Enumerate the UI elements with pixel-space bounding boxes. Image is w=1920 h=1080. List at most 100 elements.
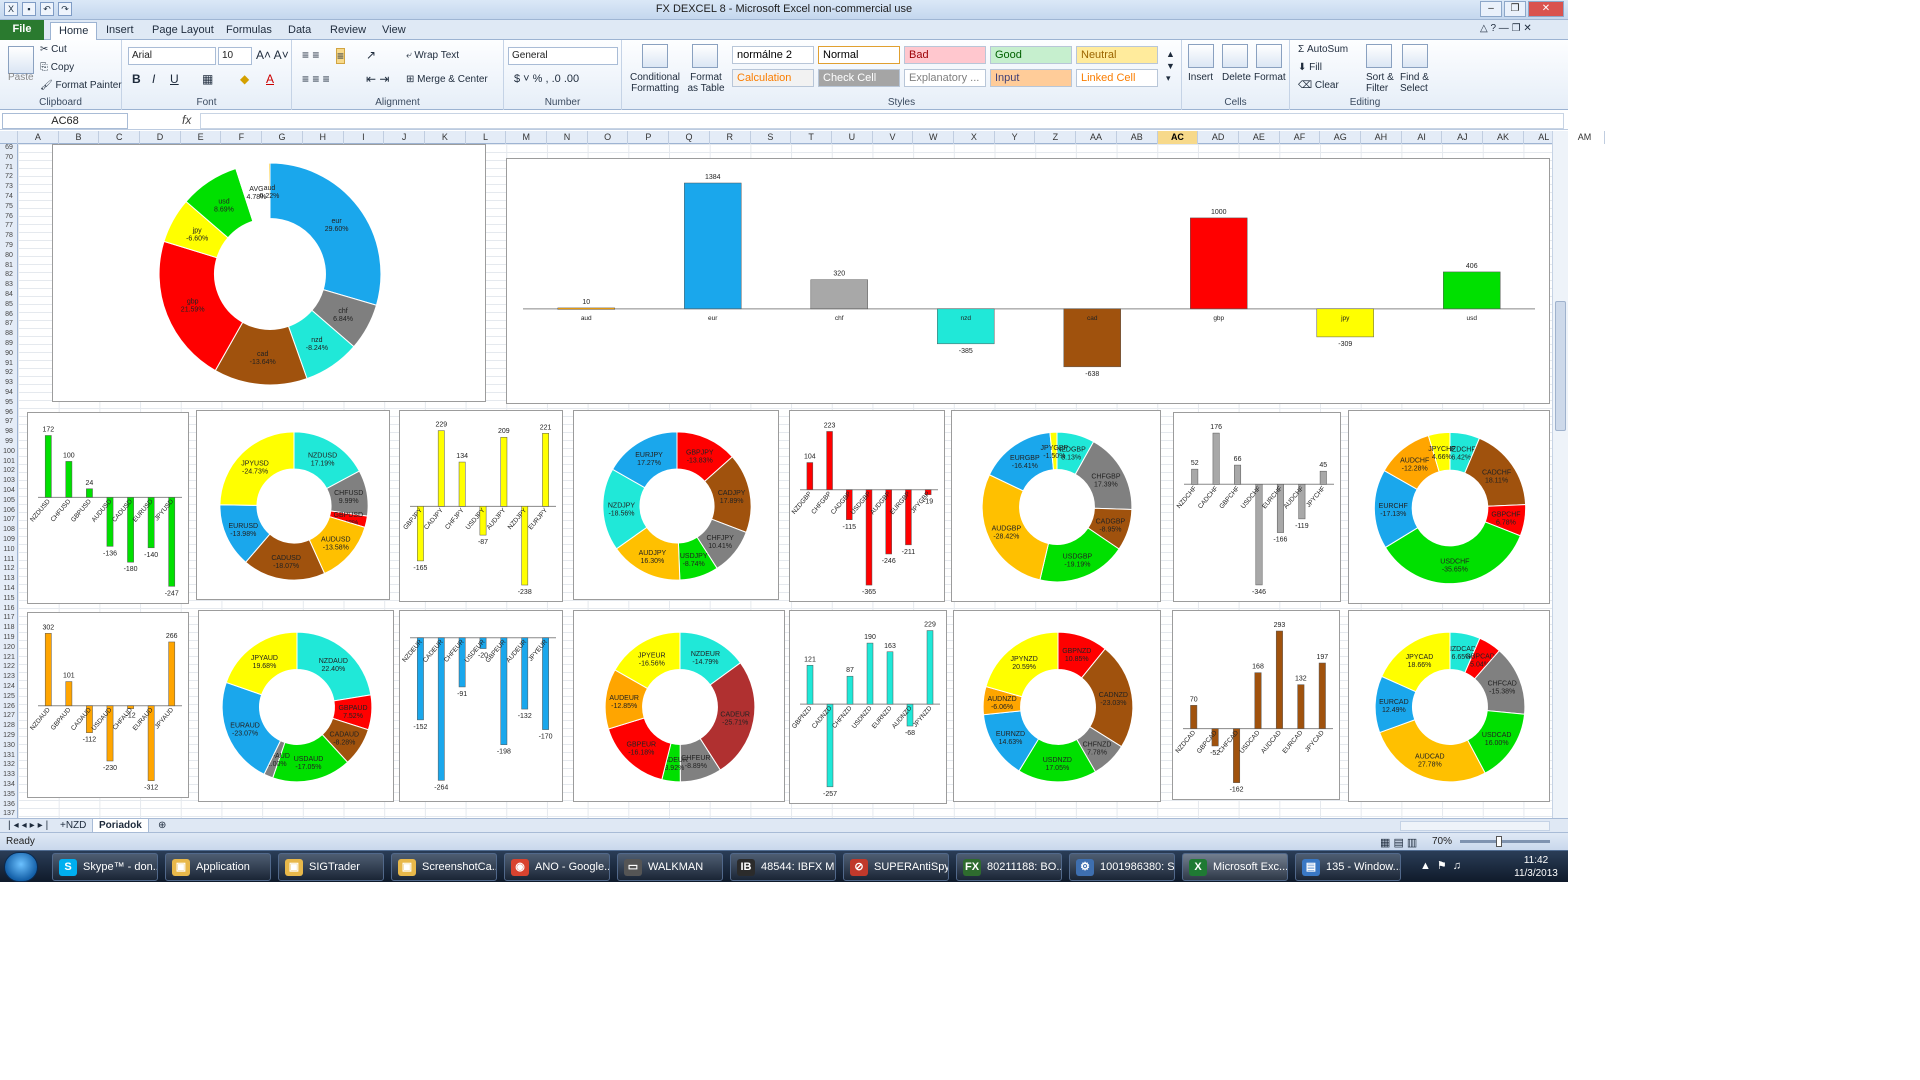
number-format-select[interactable]: General	[508, 47, 618, 65]
row-header[interactable]: 79	[0, 242, 17, 250]
clear-button[interactable]: ⌫ Clear	[1298, 80, 1339, 91]
taskbar-item[interactable]: ▣ SIGTrader	[278, 853, 384, 881]
row-header[interactable]: 70	[0, 154, 17, 162]
taskbar-item[interactable]: ⚙ 1001986380: S...	[1069, 853, 1175, 881]
align-left-icon[interactable]: ≡ ≡ ≡	[302, 72, 330, 86]
fill-button[interactable]: ⬇ Fill	[1298, 62, 1322, 73]
row-header[interactable]: 86	[0, 311, 17, 319]
row-header[interactable]: 110	[0, 546, 17, 554]
cell-style-input[interactable]: Input	[990, 69, 1072, 87]
wrap-text-button[interactable]: ⤶ Wrap Text	[406, 50, 459, 61]
row-header[interactable]: 101	[0, 458, 17, 466]
insert-cells-icon[interactable]	[1188, 44, 1214, 68]
row-header[interactable]: 105	[0, 497, 17, 505]
paste-icon[interactable]	[8, 46, 34, 74]
cell-style-normal[interactable]: Normal	[818, 46, 900, 64]
column-header-v[interactable]: V	[873, 131, 914, 144]
row-header[interactable]: 123	[0, 673, 17, 681]
column-header-g[interactable]: G	[262, 131, 303, 144]
scroll-thumb[interactable]	[1555, 301, 1566, 431]
currency-icon[interactable]: $ ˅ % , .0 .00	[514, 73, 579, 85]
cell-style-explanatory-[interactable]: Explanatory ...	[904, 69, 986, 87]
row-header[interactable]: 129	[0, 732, 17, 740]
sheet-tab-poriadok[interactable]: Poriadok	[92, 819, 149, 833]
copy-button[interactable]: ⎘ Copy	[40, 62, 74, 73]
format-painter-button[interactable]: 🖌 Format Painter	[40, 80, 122, 91]
column-header-aj[interactable]: AJ	[1443, 131, 1484, 144]
column-header-ai[interactable]: AI	[1402, 131, 1443, 144]
new-sheet-icon[interactable]: ⊕	[152, 819, 172, 833]
cut-button[interactable]: ✂ Cut	[40, 44, 67, 55]
select-all-corner[interactable]	[0, 131, 18, 144]
bold-button[interactable]: B	[132, 72, 141, 86]
zoom-level[interactable]: 70%	[1432, 836, 1452, 847]
column-header-p[interactable]: P	[629, 131, 670, 144]
cell-style-linked-cell[interactable]: Linked Cell	[1076, 69, 1158, 87]
column-header-s[interactable]: S	[751, 131, 792, 144]
tab-view[interactable]: View	[374, 22, 414, 40]
fill-color-icon[interactable]: ◆	[240, 72, 249, 86]
tab-insert[interactable]: Insert	[98, 22, 142, 40]
column-header-q[interactable]: Q	[669, 131, 710, 144]
row-header[interactable]: 94	[0, 389, 17, 397]
column-header-a[interactable]: A	[18, 131, 59, 144]
row-header[interactable]: 124	[0, 683, 17, 691]
row-header[interactable]: 87	[0, 320, 17, 328]
row-header[interactable]: 84	[0, 291, 17, 299]
help-icon[interactable]: △ ? — ❐ ✕	[1480, 23, 1532, 34]
format-table-button[interactable]: Format as Table	[684, 72, 728, 94]
row-header[interactable]: 134	[0, 781, 17, 789]
column-header-u[interactable]: U	[832, 131, 873, 144]
row-header[interactable]: 102	[0, 467, 17, 475]
column-header-d[interactable]: D	[140, 131, 181, 144]
row-header[interactable]: 136	[0, 801, 17, 809]
taskbar-item[interactable]: IB 48544: IBFX M...	[730, 853, 836, 881]
row-header[interactable]: 112	[0, 565, 17, 573]
zoom-knob[interactable]	[1496, 836, 1502, 847]
delete-cells-button[interactable]: Delete	[1222, 72, 1251, 83]
row-header[interactable]: 109	[0, 536, 17, 544]
row-header[interactable]: 127	[0, 712, 17, 720]
borders-icon[interactable]: ▦	[202, 72, 213, 86]
column-header-l[interactable]: L	[466, 131, 507, 144]
row-header[interactable]: 122	[0, 663, 17, 671]
row-header[interactable]: 104	[0, 487, 17, 495]
taskbar-item[interactable]: ▣ Application	[165, 853, 271, 881]
row-header[interactable]: 96	[0, 409, 17, 417]
row-header[interactable]: 76	[0, 213, 17, 221]
row-header[interactable]: 78	[0, 232, 17, 240]
conditional-formatting-icon[interactable]	[642, 44, 668, 68]
row-header[interactable]: 82	[0, 271, 17, 279]
taskbar-item[interactable]: ▣ ScreenshotCa...	[391, 853, 497, 881]
row-header[interactable]: 132	[0, 761, 17, 769]
underline-button[interactable]: U	[170, 72, 179, 86]
row-header[interactable]: 72	[0, 173, 17, 181]
column-header-ac[interactable]: AC	[1157, 131, 1199, 144]
orientation-icon[interactable]: ↗	[366, 48, 376, 62]
tab-data[interactable]: Data	[280, 22, 319, 40]
column-header-ae[interactable]: AE	[1239, 131, 1280, 144]
format-table-icon[interactable]	[692, 44, 718, 68]
row-header[interactable]: 135	[0, 791, 17, 799]
restore-icon[interactable]: ❐	[1504, 1, 1526, 17]
cell-style-neutral[interactable]: Neutral	[1076, 46, 1158, 64]
sheet-tab-nzd[interactable]: +NZD	[54, 819, 92, 833]
taskbar-item[interactable]: ◉ ANO - Google...	[504, 853, 610, 881]
view-normal-icon[interactable]: ▦ ▤ ▥	[1380, 836, 1417, 849]
row-header[interactable]: 115	[0, 595, 17, 603]
row-header[interactable]: 83	[0, 281, 17, 289]
row-header[interactable]: 116	[0, 605, 17, 613]
column-header-c[interactable]: C	[99, 131, 141, 144]
row-header[interactable]: 75	[0, 203, 17, 211]
row-header[interactable]: 125	[0, 693, 17, 701]
cell-style-good[interactable]: Good	[990, 46, 1072, 64]
row-header[interactable]: 91	[0, 360, 17, 368]
row-header[interactable]: 88	[0, 330, 17, 338]
column-header-ab[interactable]: AB	[1117, 131, 1158, 144]
column-header-n[interactable]: N	[547, 131, 588, 144]
row-header[interactable]: 77	[0, 222, 17, 230]
column-header-k[interactable]: K	[425, 131, 466, 144]
cell-style-bad[interactable]: Bad	[904, 46, 986, 64]
column-header-af[interactable]: AF	[1280, 131, 1321, 144]
vertical-scrollbar[interactable]	[1552, 131, 1568, 818]
